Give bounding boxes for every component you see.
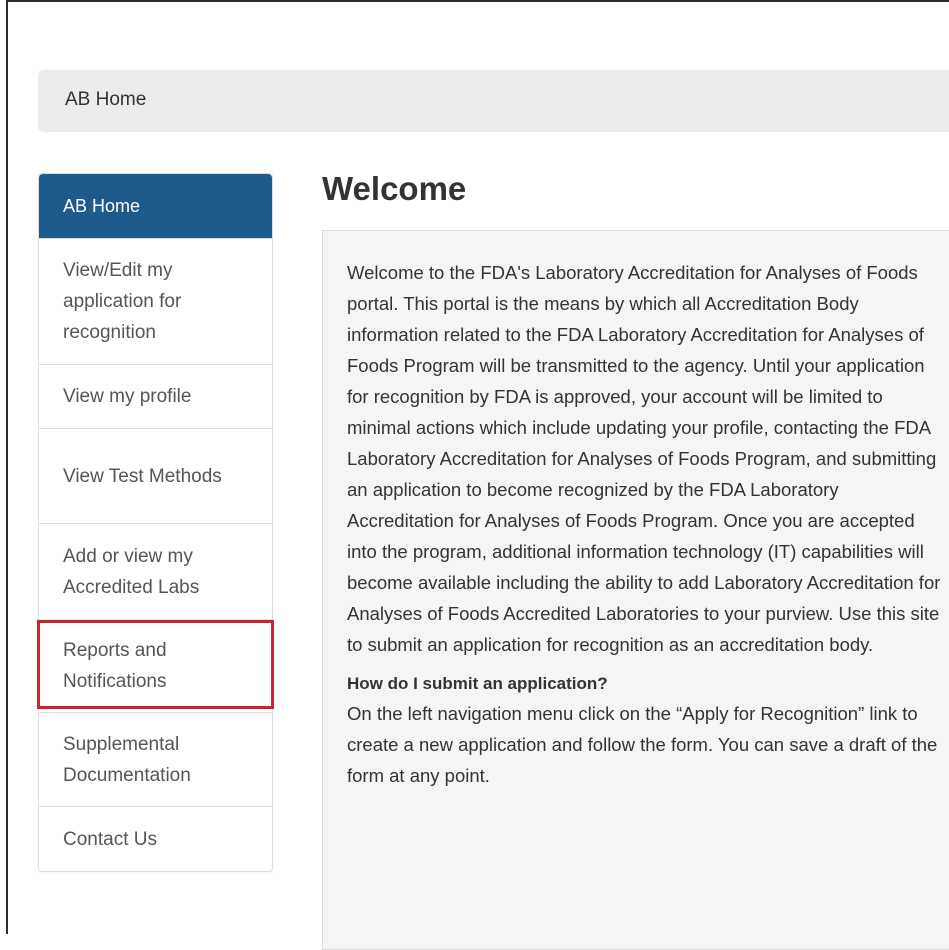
window-frame-top (6, 0, 949, 8)
sidebar-item-label: Reports and Notifications (63, 640, 167, 692)
breadcrumb: AB Home (38, 70, 949, 132)
sidebar-item-label: View Test Methods (63, 465, 222, 487)
sidebar-item-label: Contact Us (63, 828, 157, 850)
sidebar-item-ab-home[interactable]: AB Home (39, 174, 272, 238)
sidebar-item-label: AB Home (63, 195, 141, 216)
sidebar-item-reports-notifications[interactable]: Reports and Notifications (39, 619, 272, 712)
sidebar-nav: AB Home View/Edit my application for rec… (38, 173, 273, 872)
sidebar-item-view-test-methods[interactable]: View Test Methods (39, 428, 272, 523)
welcome-text: Welcome to the FDA's Laboratory Accredit… (347, 262, 941, 655)
window-frame-left (0, 0, 8, 934)
welcome-panel: Welcome to the FDA's Laboratory Accredit… (322, 230, 949, 950)
sidebar-item-label: View my profile (63, 386, 192, 407)
sidebar-item-supplemental-documentation[interactable]: Supplemental Documentation (39, 712, 272, 806)
faq-answer: On the left navigation menu click on the… (347, 703, 938, 786)
sidebar-item-view-profile[interactable]: View my profile (39, 364, 272, 428)
sidebar-item-contact-us[interactable]: Contact Us (39, 806, 272, 871)
sidebar-item-view-edit-application[interactable]: View/Edit my application for recognition (39, 238, 272, 364)
sidebar-item-accredited-labs[interactable]: Add or view my Accredited Labs (39, 523, 272, 619)
breadcrumb-home[interactable]: AB Home (65, 89, 146, 110)
faq-question: How do I submit an application? (347, 674, 608, 693)
page-title: Welcome (322, 170, 467, 207)
sidebar-item-label: View/Edit my application for recognition (63, 260, 182, 343)
sidebar-item-label: Add or view my Accredited Labs (63, 545, 200, 598)
sidebar-item-label: Supplemental Documentation (63, 733, 191, 786)
